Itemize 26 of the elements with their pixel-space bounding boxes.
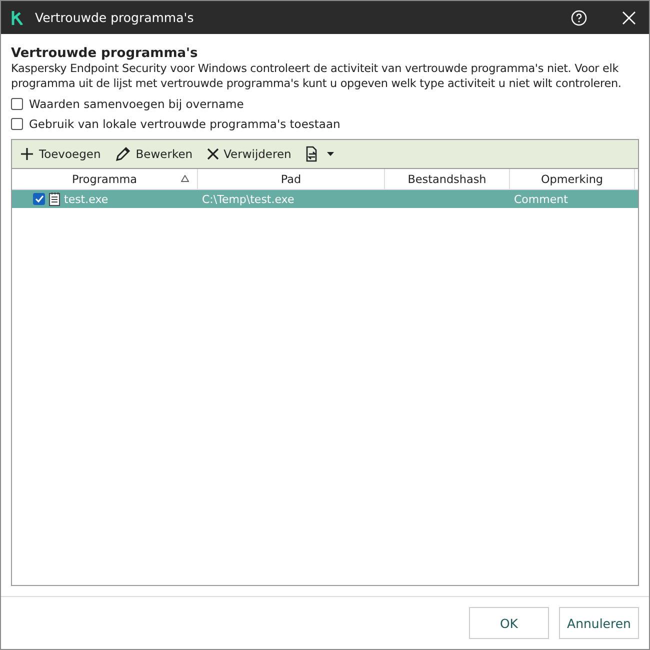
- window-title: Vertrouwde programma's: [35, 10, 195, 25]
- section-heading: Vertrouwde programma's: [11, 46, 199, 61]
- logo-icon: [11, 10, 23, 24]
- column-header[interactable]: Pad: [198, 169, 385, 189]
- table-cell: test.exe: [64, 192, 108, 206]
- description-text: Kaspersky Endpoint Security voor Windows controleert de activiteit van vertrouwde programma's niet. Voor elk programma uit de lijst met vertrouwde programma's kunt u opgeven welk type activiteit u niet wilt controleren.: [11, 61, 622, 91]
- checkbox[interactable]: [33, 193, 45, 205]
- checkbox[interactable]: [11, 98, 23, 110]
- plus-icon: [20, 147, 34, 161]
- cancel-button[interactable]: Annuleren: [559, 607, 639, 639]
- column-header[interactable]: Bestandshash: [385, 169, 510, 189]
- help-icon: [571, 10, 587, 26]
- add-button[interactable]: Toevoegen: [18, 147, 103, 161]
- delete-button[interactable]: Verwijderen: [204, 147, 294, 161]
- close-icon: [622, 10, 636, 24]
- column-header[interactable]: Programma: [12, 169, 198, 189]
- document-arrows-icon: [305, 146, 336, 162]
- file-icon: [49, 192, 60, 206]
- edit-button[interactable]: Bewerken: [112, 146, 195, 162]
- table-cell: Comment: [514, 192, 568, 206]
- column-header[interactable]: Opmerking: [510, 169, 635, 189]
- ok-button[interactable]: OK: [469, 607, 549, 639]
- close-icon: [206, 148, 219, 160]
- table-cell: C:\Temp\test.exe: [202, 192, 294, 206]
- pencil-icon: [114, 146, 131, 162]
- checkbox[interactable]: [11, 118, 23, 130]
